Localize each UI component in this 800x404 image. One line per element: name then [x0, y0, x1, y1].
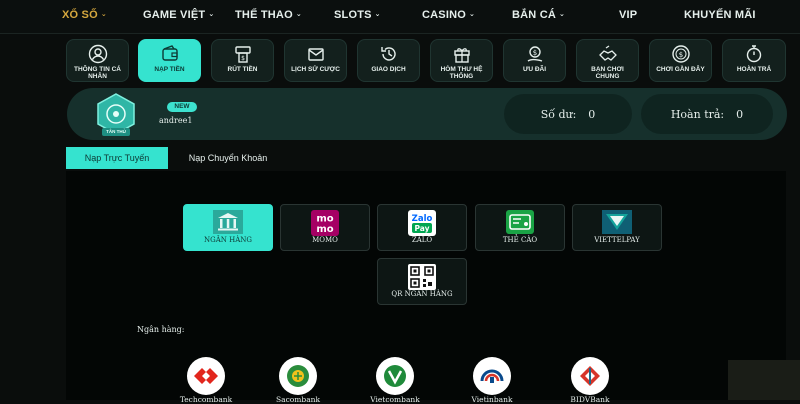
svg-text:$: $: [532, 49, 536, 57]
svg-text:$: $: [241, 55, 245, 62]
method-label: NGÂN HÀNG: [204, 236, 252, 244]
balance-value: 0: [588, 107, 596, 121]
handshake-icon: [598, 45, 617, 61]
chevron-down-icon: ⌄: [208, 11, 215, 18]
refund-display: Hoàn trả: 0: [641, 94, 773, 134]
balance-label: Số dư:: [540, 107, 577, 121]
corner-overlay: [728, 360, 800, 400]
method-ngan-hang[interactable]: NGÂN HÀNG: [183, 204, 273, 251]
method-qr-ngan-hang[interactable]: QR NGÂN HÀNG: [377, 258, 467, 305]
new-badge: NEW: [167, 102, 197, 112]
menu-label: RÚT TIỀN: [227, 66, 258, 73]
momo-logo-top: mo: [316, 214, 333, 225]
rank-badge: TÂN THỦ: [92, 92, 140, 143]
username: andree1: [159, 116, 193, 125]
method-label: THẺ CÀO: [502, 236, 538, 244]
menu-label: BẠN CHƠI CHUNG: [591, 66, 624, 80]
chevron-down-icon: ⌄: [468, 11, 476, 18]
nav-the-thao[interactable]: THỂ THAO ⌄: [235, 9, 302, 21]
viettelpay-icon: [602, 210, 632, 234]
sacombank-logo: [279, 357, 317, 395]
nav-xo-so[interactable]: XỔ SỐ ⌄: [62, 9, 107, 21]
bidv-logo: [571, 357, 609, 395]
gift-icon: [453, 48, 470, 63]
bank-icon: [213, 210, 243, 234]
chevron-down-icon: ⌄: [374, 11, 381, 18]
bank-section-label: Ngân hàng:: [137, 325, 185, 334]
chevron-down-icon: ⌄: [558, 11, 566, 18]
menu-hom-thu-he-thong[interactable]: HÒM THƯ HỆ THỐNG: [430, 39, 493, 82]
vietinbank-logo: [473, 357, 511, 395]
menu-label: CHƠI GẦN ĐÂY: [656, 66, 705, 73]
nav-vip[interactable]: VIP: [619, 9, 637, 21]
techcombank-logo: [187, 357, 225, 395]
tab-nap-chuyen-khoan[interactable]: Nạp Chuyển Khoản: [178, 147, 278, 169]
history-icon: [380, 47, 396, 61]
method-zalo[interactable]: Zalo Pay ZALO: [377, 204, 467, 251]
chevron-down-icon: ⌄: [295, 11, 302, 18]
card-icon: [506, 210, 534, 234]
menu-label: THÔNG TIN CÁ NHÂN: [74, 66, 121, 80]
atm-icon: $: [234, 46, 251, 63]
menu-ban-choi-chung[interactable]: BẠN CHƠI CHUNG: [576, 39, 639, 82]
profile-bar: TÂN THỦ NEW andree1 Số dư: 0 Hoàn trả: 0: [67, 88, 787, 140]
user-icon: [88, 44, 107, 64]
zalopay-icon: ZaloPay: [408, 210, 436, 236]
method-momo[interactable]: mo mo MOMO: [280, 204, 370, 251]
qr-icon: [408, 264, 436, 290]
menu-rut-tien[interactable]: $ RÚT TIỀN: [211, 39, 274, 82]
chevron-down-icon: ⌄: [100, 11, 107, 18]
menu-label: HOÀN TRẢ: [736, 66, 772, 73]
stopwatch-icon: [746, 45, 762, 63]
method-label: ZALO: [411, 236, 433, 244]
menu-label: LỊCH SỬ CƯỢC: [291, 66, 340, 73]
method-label: MOMO: [312, 236, 338, 244]
menu-label: HÒM THƯ HỆ THỐNG: [440, 66, 483, 80]
tab-nap-truc-tuyen[interactable]: Nạp Trực Tuyến: [66, 147, 168, 169]
balance-display: Số dư: 0: [504, 94, 632, 134]
menu-lich-su-cuoc[interactable]: LỊCH SỬ CƯỢC: [284, 39, 347, 82]
refund-value: 0: [736, 107, 744, 121]
svg-text:$: $: [678, 51, 682, 59]
bank-vietcombank[interactable]: Vietcombank: [355, 357, 435, 404]
vietcombank-logo: [376, 357, 414, 395]
bank-sacombank[interactable]: Sacombank: [258, 357, 338, 404]
method-label: VIETTELPAY: [594, 236, 640, 244]
menu-nap-tien[interactable]: NẠP TIỀN: [138, 39, 201, 82]
envelope-icon: [307, 48, 324, 61]
bank-bidv[interactable]: BIDVBank: [550, 357, 630, 404]
nav-casino[interactable]: CASINO ⌄: [422, 9, 475, 21]
method-viettelpay[interactable]: VIETTELPAY: [572, 204, 662, 251]
bank-techcombank[interactable]: Techcombank: [166, 357, 246, 404]
menu-label: NẠP TIỀN: [154, 66, 185, 73]
menu-choi-gan-day[interactable]: $ CHƠI GẦN ĐÂY: [649, 39, 712, 82]
zalopay-logo-top: Zalo: [412, 214, 433, 224]
refund-label: Hoàn trả:: [670, 107, 725, 121]
method-the-cao[interactable]: THẺ CÀO: [475, 204, 565, 251]
coin-hand-icon: $: [527, 46, 542, 62]
zalopay-logo-bottom: Pay: [414, 224, 429, 233]
menu-hoan-tra[interactable]: HOÀN TRẢ: [722, 39, 786, 82]
menu-giao-dich[interactable]: GIAO DỊCH: [357, 39, 420, 82]
menu-label: GIAO DỊCH: [371, 66, 406, 73]
nav-khuyen-mai[interactable]: KHUYẾN MÃI: [684, 9, 756, 21]
method-label: QR NGÂN HÀNG: [391, 290, 453, 298]
menu-label: ƯU ĐÃI: [522, 66, 547, 73]
rank-badge-label: TÂN THỦ: [106, 129, 126, 134]
top-navigation: XỔ SỐ ⌄ GAME VIỆT ⌄ THỂ THAO ⌄ SLOTS ⌄ CASIN…: [0, 0, 800, 34]
bank-vietinbank[interactable]: Vietinbank: [452, 357, 532, 404]
nav-game-viet[interactable]: GAME VIỆT ⌄: [143, 9, 214, 21]
dollar-circle-icon: $: [671, 45, 690, 63]
momo-icon: momo: [311, 210, 339, 236]
wallet-icon: [161, 45, 178, 61]
momo-logo-bottom: mo: [316, 224, 333, 235]
menu-thong-tin-ca-nhan[interactable]: THÔNG TIN CÁ NHÂN: [66, 39, 129, 82]
nav-ban-ca[interactable]: BẮN CÁ ⌄: [512, 9, 565, 21]
menu-uu-dai[interactable]: $ ƯU ĐÃI: [503, 39, 566, 82]
nav-slots[interactable]: SLOTS ⌄: [334, 9, 381, 21]
